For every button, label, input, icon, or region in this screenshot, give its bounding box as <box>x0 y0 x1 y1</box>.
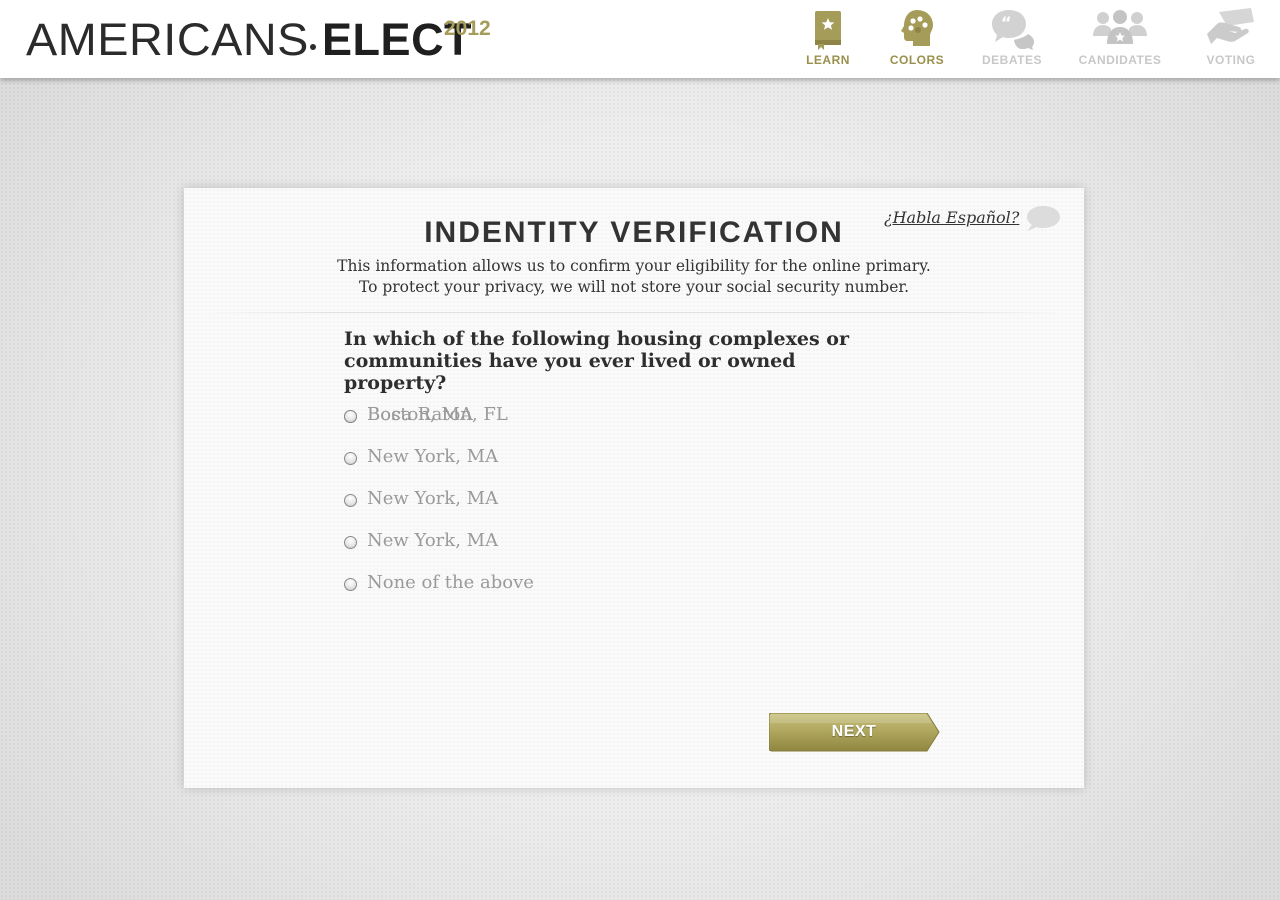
option-label: New York, MA <box>367 488 499 509</box>
identity-verification-card: INDENTITY VERIFICATION This information … <box>184 188 1084 788</box>
nav-debates-label: DEBATES <box>982 53 1042 67</box>
header-divider <box>204 312 1064 313</box>
book-star-icon <box>815 11 841 50</box>
logo-word-americans: AMERICANS <box>26 14 309 65</box>
nav-candidates[interactable]: CANDIDATES <box>1078 0 1162 78</box>
radio-button[interactable] <box>344 494 357 507</box>
habla-espanol-link[interactable]: ¿Habla Español? <box>884 208 1019 227</box>
radio-button[interactable] <box>344 410 357 423</box>
americans-elect-logo[interactable]: AMERICANS ELECT 2012 <box>26 14 491 65</box>
option-label: None of the above <box>367 572 534 593</box>
intro-text: This information allows us to confirm yo… <box>184 256 1084 298</box>
intro-line-2: To protect your privacy, we will not sto… <box>358 278 910 296</box>
security-question: In which of the following housing comple… <box>344 328 849 394</box>
people-star-icon <box>1093 10 1147 44</box>
head-palette-icon <box>901 10 933 46</box>
option-label: Boston, MA <box>367 404 473 425</box>
nav-voting[interactable]: VOTING <box>1202 0 1260 78</box>
option-label: New York, MA <box>367 530 499 551</box>
speech-bubbles-icon: “ <box>992 10 1034 50</box>
nav-candidates-label: CANDIDATES <box>1078 53 1162 67</box>
top-header: AMERICANS ELECT 2012 LEARN COLORS “ DEBA… <box>0 0 1280 78</box>
hand-ballot-icon <box>1207 8 1254 44</box>
option-label: New York, MA <box>367 446 499 467</box>
nav-colors-label: COLORS <box>889 53 945 67</box>
logo-dot <box>310 43 317 50</box>
nav-colors[interactable]: COLORS <box>887 0 947 78</box>
nav-debates[interactable]: “ DEBATES <box>980 0 1044 78</box>
nav-learn[interactable]: LEARN <box>803 0 853 78</box>
radio-button[interactable] <box>344 578 357 591</box>
intro-line-1: This information allows us to confirm yo… <box>337 257 931 275</box>
svg-text:“: “ <box>1001 13 1012 32</box>
next-button[interactable]: NEXT <box>769 713 941 752</box>
nav-voting-label: VOTING <box>1206 53 1256 67</box>
speech-bubble-icon <box>1027 206 1060 231</box>
radio-button[interactable] <box>344 536 357 549</box>
nav-learn-label: LEARN <box>806 53 850 67</box>
radio-button[interactable] <box>344 452 357 465</box>
next-button-label: NEXT <box>831 723 877 740</box>
logo-year: 2012 <box>444 17 491 40</box>
